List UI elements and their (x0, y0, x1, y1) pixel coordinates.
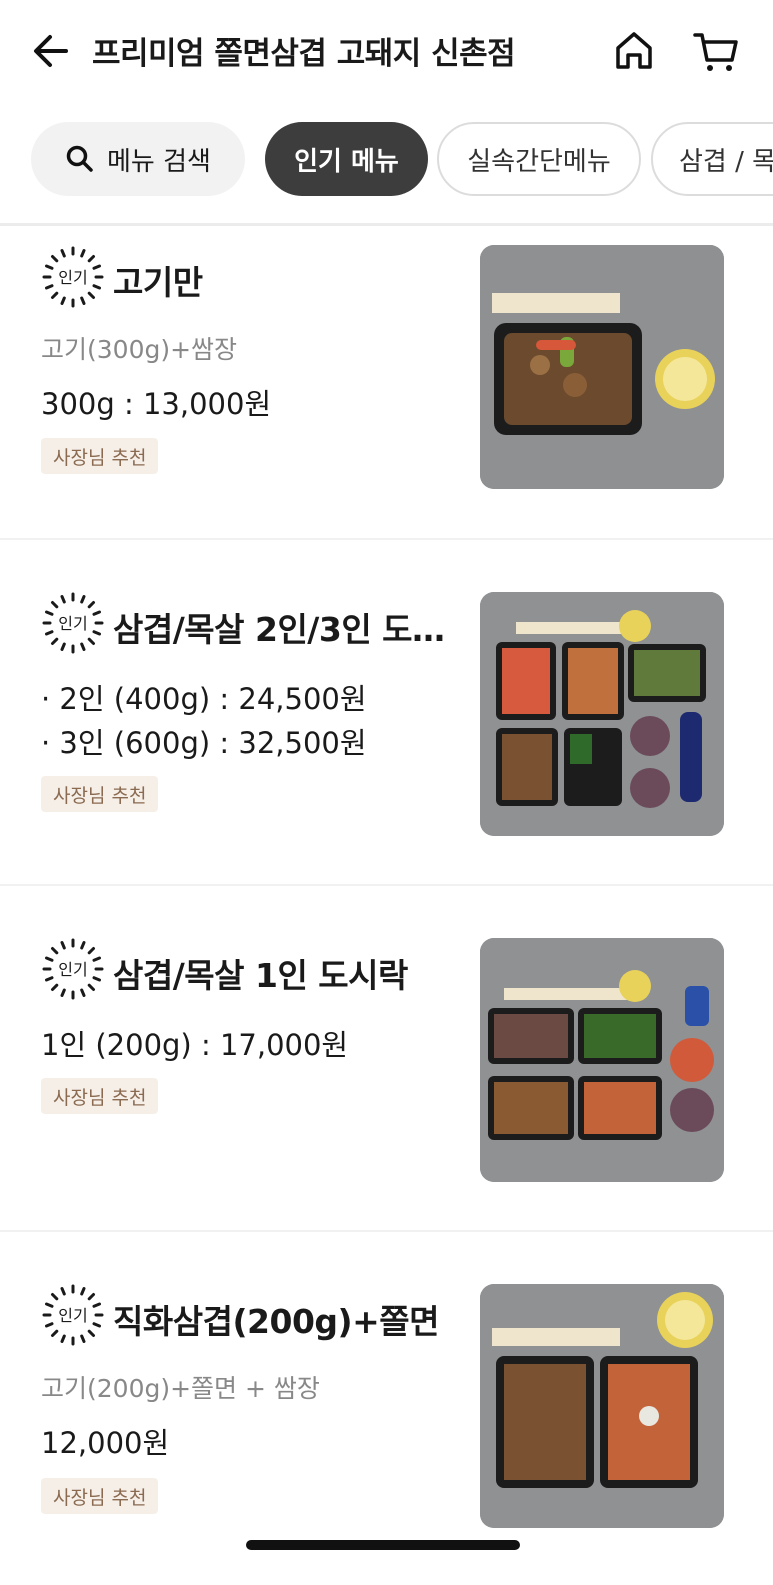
menu-item-price: 300g : 13,000원 (41, 387, 272, 421)
cart-icon[interactable] (692, 28, 740, 76)
menu-item-name: 직화삼겹(200g)+쫄면 (113, 1302, 439, 1341)
menu-item-photo (480, 938, 724, 1182)
owner-recommend-tag: 사장님 추천 (41, 438, 159, 474)
popular-badge-icon: 인기 (42, 1284, 104, 1346)
menu-item-photo (480, 1284, 724, 1528)
page-title: 프리미엄 쫄면삼겹 고돼지 신촌점 (92, 36, 516, 72)
menu-item-description: 고기(200g)+쫄면 + 쌈장 (41, 1374, 320, 1403)
menu-item[interactable]: 인기 고기만 고기(300g)+쌈장 300g : 13,000원 사장님 추천 (0, 226, 773, 538)
popular-badge-icon: 인기 (42, 246, 104, 308)
menu-item[interactable]: 인기 삼겹/목살 2인/3인 도… · 2인 (400g) : 24,500원 … (0, 540, 773, 884)
menu-item-name: 고기만 (113, 263, 203, 302)
menu-item-price: 12,000원 (41, 1426, 170, 1460)
tab-quick-menu[interactable]: 실속간단메뉴 (437, 122, 641, 196)
menu-category-tabs: 메뉴 검색 인기 메뉴 실속간단메뉴 삼겹 / 목 (0, 120, 773, 200)
home-icon[interactable] (612, 28, 656, 72)
back-arrow-icon[interactable] (30, 30, 72, 72)
menu-item-photo (480, 592, 724, 836)
owner-recommend-tag: 사장님 추천 (41, 776, 159, 812)
svg-text:인기: 인기 (58, 1306, 87, 1325)
menu-item-price: 1인 (200g) : 17,000원 (41, 1028, 349, 1062)
menu-item-name: 삼겹/목살 2인/3인 도… (113, 610, 445, 649)
menu-search-button[interactable]: 메뉴 검색 (31, 122, 245, 196)
svg-text:인기: 인기 (58, 960, 87, 979)
svg-text:인기: 인기 (58, 268, 87, 287)
home-indicator (246, 1540, 520, 1550)
tab-samgyeop[interactable]: 삼겹 / 목 (651, 122, 773, 196)
menu-search-label: 메뉴 검색 (107, 146, 211, 177)
popular-badge-icon: 인기 (42, 592, 104, 654)
top-app-bar: 프리미엄 쫄면삼겹 고돼지 신촌점 (0, 0, 773, 105)
menu-item-price-3p: · 3인 (600g) : 32,500원 (41, 726, 367, 760)
owner-recommend-tag: 사장님 추천 (41, 1478, 159, 1514)
menu-item-price-2p: · 2인 (400g) : 24,500원 (41, 682, 367, 716)
menu-item[interactable]: 인기 삼겹/목살 1인 도시락 1인 (200g) : 17,000원 사장님 … (0, 886, 773, 1230)
menu-item-photo (480, 245, 724, 489)
menu-item-description: 고기(300g)+쌈장 (41, 335, 238, 364)
menu-item[interactable]: 인기 직화삼겹(200g)+쫄면 고기(200g)+쫄면 + 쌈장 12,000… (0, 1232, 773, 1552)
search-icon (66, 145, 93, 172)
popular-badge-icon: 인기 (42, 938, 104, 1000)
tab-popular-menu[interactable]: 인기 메뉴 (265, 122, 428, 196)
owner-recommend-tag: 사장님 추천 (41, 1078, 159, 1114)
menu-item-name: 삼겹/목살 1인 도시락 (113, 956, 408, 995)
svg-text:인기: 인기 (58, 614, 87, 633)
